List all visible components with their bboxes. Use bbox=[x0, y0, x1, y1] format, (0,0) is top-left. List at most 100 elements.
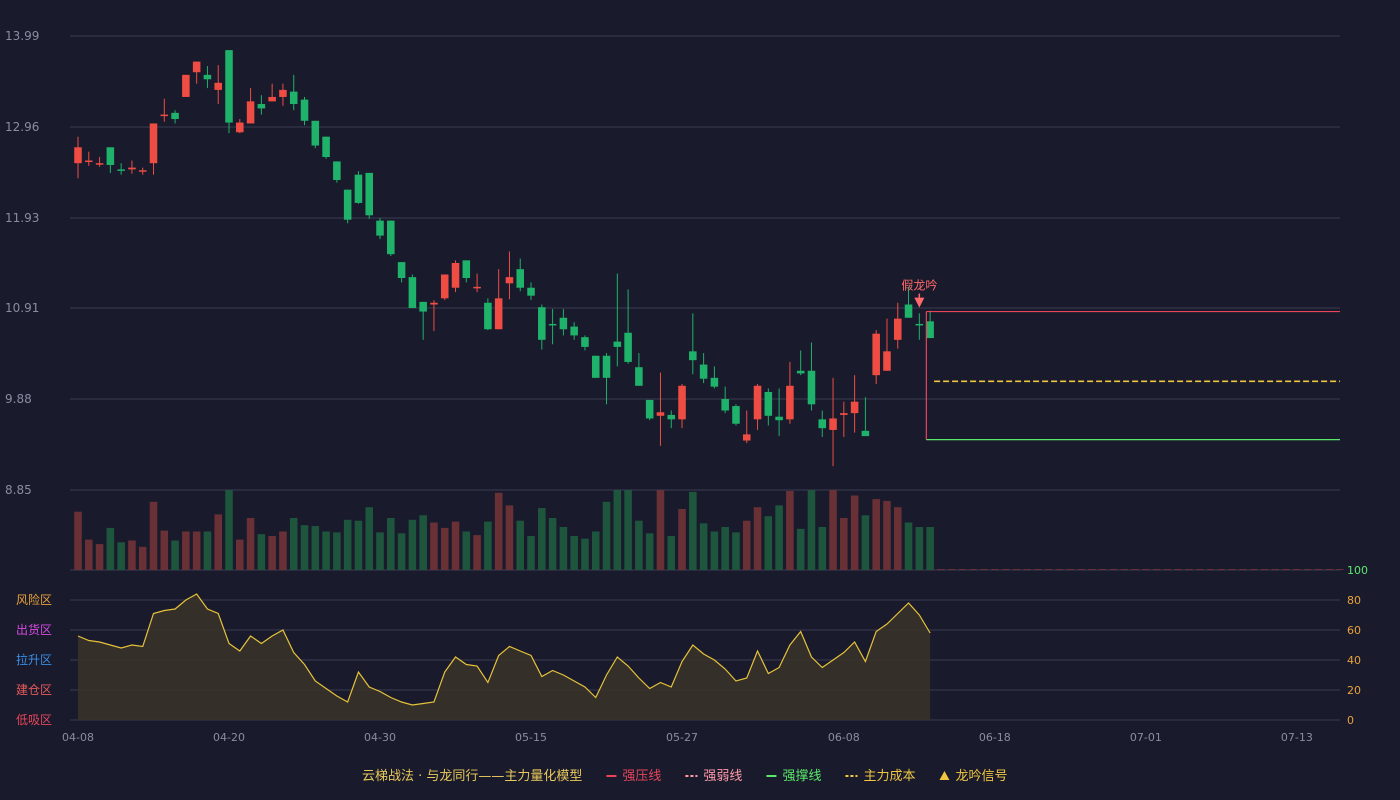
volume-bar bbox=[764, 516, 773, 570]
candle-body bbox=[710, 377, 719, 387]
volume-bar bbox=[1314, 569, 1323, 570]
candle-body bbox=[581, 337, 589, 347]
volume-bar bbox=[1023, 569, 1031, 570]
candle-body bbox=[203, 74, 212, 80]
zone-label: 建仓区 bbox=[16, 683, 52, 697]
volume-bar bbox=[1120, 569, 1129, 570]
volume-bar bbox=[365, 507, 374, 570]
volume-bar bbox=[1282, 569, 1290, 570]
candle-body bbox=[365, 172, 374, 216]
volume-bar bbox=[1034, 569, 1042, 570]
candle-body bbox=[527, 287, 535, 296]
candle-body bbox=[160, 114, 169, 117]
x-tick-label: 07-01 bbox=[1130, 731, 1162, 744]
candle-body bbox=[311, 120, 320, 146]
volume-bar bbox=[969, 569, 978, 570]
volume-bar bbox=[699, 523, 708, 570]
candle-body bbox=[95, 163, 104, 165]
volume-bar bbox=[268, 536, 276, 570]
volume-bar bbox=[1044, 569, 1053, 570]
candle-body bbox=[764, 391, 773, 416]
volume-bar bbox=[548, 518, 557, 570]
volume-bar bbox=[581, 538, 589, 570]
candle-body bbox=[387, 220, 395, 255]
candle-body bbox=[807, 370, 816, 405]
price-tick-label: 12.96 bbox=[5, 120, 39, 134]
candle-body bbox=[613, 341, 622, 347]
volume-bar bbox=[591, 531, 600, 570]
candle-body bbox=[861, 430, 870, 437]
volume-bar bbox=[85, 539, 93, 570]
volume-bar bbox=[516, 520, 525, 570]
volume-bar bbox=[678, 509, 686, 570]
candle-body bbox=[786, 385, 794, 420]
candle-body bbox=[732, 406, 740, 424]
volume-bar bbox=[236, 539, 244, 570]
volume-bar bbox=[117, 542, 125, 570]
volume-bar bbox=[1088, 569, 1096, 570]
volume-bar bbox=[1239, 569, 1247, 570]
volume-bar bbox=[1217, 569, 1226, 570]
legend-label: 云梯战法 · 与龙同行——主力量化模型 bbox=[362, 769, 582, 784]
volume-bar bbox=[1077, 569, 1085, 570]
candle-body bbox=[430, 302, 438, 305]
volume-bar bbox=[95, 544, 104, 570]
candle-body bbox=[602, 355, 611, 378]
candle-body bbox=[322, 136, 330, 158]
volume-bar bbox=[872, 499, 880, 570]
volume-bar bbox=[430, 522, 438, 570]
volume-bar bbox=[1196, 569, 1204, 570]
candle-body bbox=[818, 419, 827, 429]
candle-body bbox=[796, 370, 805, 374]
indicator-area bbox=[78, 594, 931, 720]
volume-bar bbox=[1163, 569, 1172, 570]
indicator-tick-label: 60 bbox=[1347, 624, 1361, 637]
volume-bars: 100 bbox=[70, 490, 1368, 577]
volume-bar bbox=[613, 490, 622, 570]
volume-bar bbox=[494, 492, 503, 570]
volume-bar bbox=[840, 518, 848, 570]
indicator-tick-label: 20 bbox=[1347, 684, 1361, 697]
volume-bar bbox=[1271, 569, 1280, 570]
x-tick-label: 04-20 bbox=[213, 731, 245, 744]
volume-bar bbox=[1228, 569, 1236, 570]
volume-bar bbox=[829, 490, 837, 570]
candle-body bbox=[138, 170, 147, 172]
candle-body bbox=[408, 277, 417, 309]
volume-bar bbox=[559, 527, 568, 570]
volume-bar bbox=[1066, 569, 1075, 570]
volume-bar bbox=[818, 527, 827, 570]
volume-bar bbox=[980, 569, 988, 570]
volume-bar bbox=[473, 535, 481, 570]
price-tick-label: 8.85 bbox=[5, 483, 32, 497]
candle-body bbox=[117, 169, 125, 171]
candle-body bbox=[106, 147, 115, 165]
volume-bar bbox=[182, 531, 190, 570]
x-tick-label: 05-27 bbox=[666, 731, 698, 744]
volume-bar bbox=[440, 527, 449, 570]
volume-bar bbox=[645, 533, 654, 570]
candlestick-chart: 8.85 9.88 10.91 11.93 12.96 13.99 假龙吟 100 0 20… bbox=[5, 29, 1368, 784]
candle-body bbox=[678, 385, 686, 420]
candle-body bbox=[149, 123, 158, 164]
candle-body bbox=[645, 399, 654, 419]
volume-bar bbox=[958, 569, 967, 570]
candle-body bbox=[494, 298, 503, 330]
legend-label: 强弱线 bbox=[703, 769, 742, 784]
volume-bar bbox=[732, 532, 740, 570]
volume-bar bbox=[1142, 569, 1150, 570]
volume-bar bbox=[74, 511, 82, 570]
candle-body bbox=[548, 323, 557, 326]
volume-bar bbox=[883, 500, 891, 570]
candle-body bbox=[505, 277, 514, 284]
volume-bar bbox=[149, 501, 158, 570]
volume-bar bbox=[333, 532, 341, 570]
candle-body bbox=[279, 89, 287, 97]
volume-bar bbox=[538, 508, 546, 570]
volume-bar bbox=[451, 521, 460, 570]
volume-bar bbox=[527, 536, 535, 570]
candle-body bbox=[721, 399, 729, 411]
candle-body bbox=[419, 301, 427, 312]
candle-body bbox=[333, 161, 341, 180]
volume-bar bbox=[1131, 569, 1139, 570]
